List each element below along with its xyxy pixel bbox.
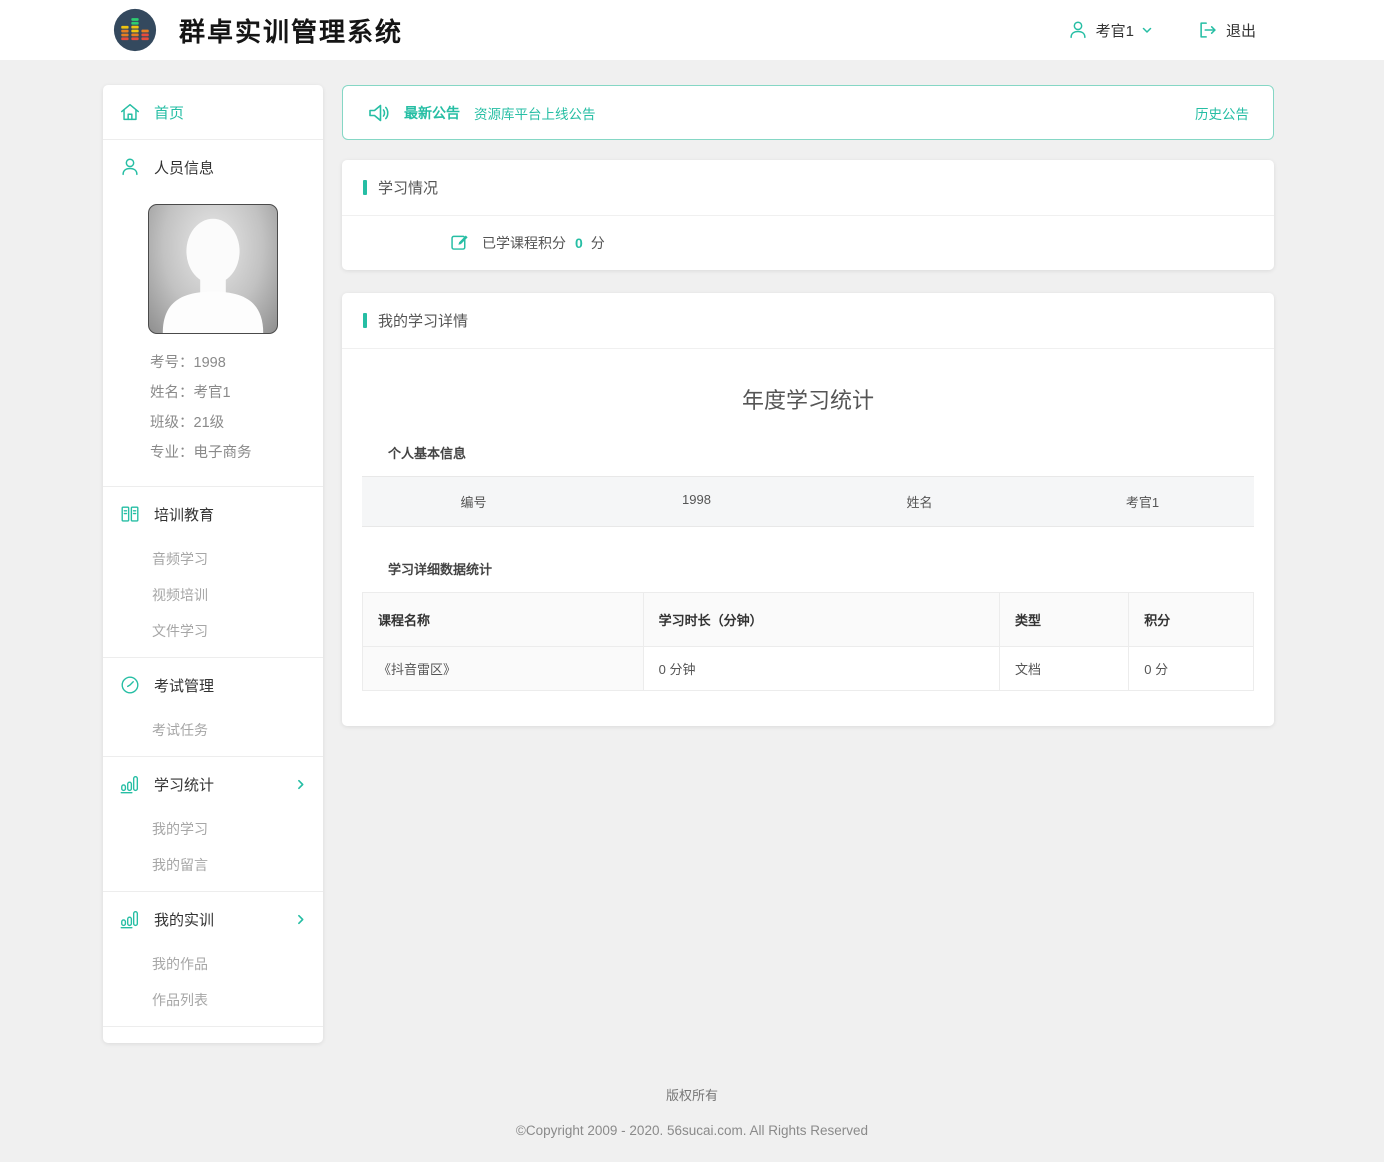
sidebar-item-training[interactable]: 培训教育 <box>103 487 323 541</box>
clock-icon <box>119 674 141 696</box>
score-cell: 0 分 <box>1129 647 1254 691</box>
sidebar-item-exam[interactable]: 考试管理 <box>103 658 323 712</box>
sidebar-item-study-stats[interactable]: 学习统计 <box>103 757 323 811</box>
sidebar-subitem-my-works[interactable]: 我的作品 <box>103 946 323 982</box>
avatar <box>148 204 278 334</box>
learning-status-card: 学习情况 已学课程积分 0 分 <box>342 160 1274 270</box>
basic-info-cell: 1998 <box>585 477 808 526</box>
sidebar-subitem-my-study[interactable]: 我的学习 <box>103 811 323 847</box>
course-name-cell: 《抖音雷区》 <box>363 647 644 691</box>
speaker-icon <box>367 101 391 125</box>
sidebar-subitem-audio[interactable]: 音频学习 <box>103 541 323 577</box>
report-title: 年度学习统计 <box>362 383 1254 415</box>
column-header: 学习时长（分钟） <box>643 593 999 647</box>
logout-icon <box>1197 19 1219 41</box>
page-footer: 版权所有 ©Copyright 2009 - 2020. 56sucai.com… <box>0 1085 1384 1162</box>
learning-status-body: 已学课程积分 0 分 <box>342 216 1274 270</box>
sidebar-subitem-exam-task[interactable]: 考试任务 <box>103 712 323 748</box>
section-marker <box>363 180 367 195</box>
card-header: 我的学习详情 <box>342 293 1274 349</box>
edit-icon <box>449 232 470 253</box>
announcement-link[interactable]: 资源库平台上线公告 <box>474 103 596 123</box>
profile-line: 考号：1998 <box>150 348 313 378</box>
chevron-right-icon <box>294 778 307 791</box>
copyright-line-en: ©Copyright 2009 - 2020. 56sucai.com. All… <box>0 1123 1384 1138</box>
profile-line: 班级：21级 <box>150 408 313 438</box>
sidebar-item-home[interactable]: 首页 <box>103 85 323 139</box>
bar-chart-icon <box>119 908 141 930</box>
sidebar-subitem-works-list[interactable]: 作品列表 <box>103 982 323 1018</box>
top-header: 群卓实训管理系统 考官1 退出 <box>0 0 1384 60</box>
basic-info-row: 编号 1998 姓名 考官1 <box>362 476 1254 527</box>
sidebar-item-label: 我的实训 <box>154 909 214 930</box>
sidebar-subitem-file[interactable]: 文件学习 <box>103 613 323 649</box>
bar-chart-icon <box>119 773 141 795</box>
sidebar-divider <box>103 1026 323 1027</box>
sidebar-subitem-video[interactable]: 视频培训 <box>103 577 323 613</box>
card-title: 我的学习详情 <box>378 310 468 331</box>
sidebar-subitem-my-messages[interactable]: 我的留言 <box>103 847 323 883</box>
card-title: 学习情况 <box>378 177 438 198</box>
sidebar-item-my-practice[interactable]: 我的实训 <box>103 892 323 946</box>
table-header-row: 课程名称 学习时长（分钟） 类型 积分 <box>363 593 1254 647</box>
chevron-right-icon <box>294 913 307 926</box>
sidebar: 首页 人员信息 考号：1998 姓名：考官1 班级：21级 专业：电子商 <box>103 85 323 1043</box>
score-value: 0 <box>575 235 583 251</box>
announcement-label: 最新公告 <box>404 103 460 123</box>
duration-cell: 0 分钟 <box>643 647 999 691</box>
basic-info-cell: 姓名 <box>808 477 1031 526</box>
sidebar-item-label: 学习统计 <box>154 774 214 795</box>
sidebar-item-profile[interactable]: 人员信息 <box>103 140 323 194</box>
copyright-line-cn: 版权所有 <box>0 1085 1384 1104</box>
sidebar-item-label: 人员信息 <box>154 157 214 178</box>
study-stats-table: 课程名称 学习时长（分钟） 类型 积分 《抖音雷区》 0 分钟 文档 0 分 <box>362 592 1254 691</box>
section-marker <box>363 313 367 328</box>
sidebar-item-label: 首页 <box>154 102 184 123</box>
study-detail-card: 我的学习详情 年度学习统计 个人基本信息 编号 1998 姓名 考官1 学习详细… <box>342 293 1274 726</box>
basic-info-cell: 考官1 <box>1031 477 1254 526</box>
table-row: 《抖音雷区》 0 分钟 文档 0 分 <box>363 647 1254 691</box>
profile-line: 专业：电子商务 <box>150 438 313 468</box>
sidebar-item-label: 考试管理 <box>154 675 214 696</box>
logo-equalizer-icon <box>113 8 157 52</box>
column-header: 课程名称 <box>363 593 644 647</box>
book-icon <box>119 503 141 525</box>
app-title: 群卓实训管理系统 <box>179 12 403 49</box>
user-icon <box>1067 19 1089 41</box>
basic-info-heading: 个人基本信息 <box>388 443 1254 462</box>
home-icon <box>119 101 141 123</box>
score-unit: 分 <box>591 233 605 253</box>
profile-info: 考号：1998 姓名：考官1 班级：21级 专业：电子商务 <box>103 348 323 486</box>
basic-info-cell: 编号 <box>362 477 585 526</box>
column-header: 类型 <box>1000 593 1129 647</box>
logout-label: 退出 <box>1226 20 1256 41</box>
sidebar-item-label: 培训教育 <box>154 504 214 525</box>
score-label: 已学课程积分 <box>482 233 566 253</box>
announcement-bar: 最新公告 资源库平台上线公告 历史公告 <box>342 85 1274 140</box>
profile-line: 姓名：考官1 <box>150 378 313 408</box>
chevron-down-icon <box>1141 24 1153 36</box>
column-header: 积分 <box>1129 593 1254 647</box>
user-name: 考官1 <box>1096 20 1134 41</box>
logout-button[interactable]: 退出 <box>1197 19 1256 41</box>
history-announcements-link[interactable]: 历史公告 <box>1195 103 1249 123</box>
type-cell: 文档 <box>1000 647 1129 691</box>
person-icon <box>119 156 141 178</box>
main-content: 最新公告 资源库平台上线公告 历史公告 学习情况 已学课程积分 0 分 <box>342 85 1274 726</box>
card-header: 学习情况 <box>342 160 1274 216</box>
user-menu[interactable]: 考官1 <box>1067 19 1153 41</box>
stats-heading: 学习详细数据统计 <box>388 559 1254 578</box>
